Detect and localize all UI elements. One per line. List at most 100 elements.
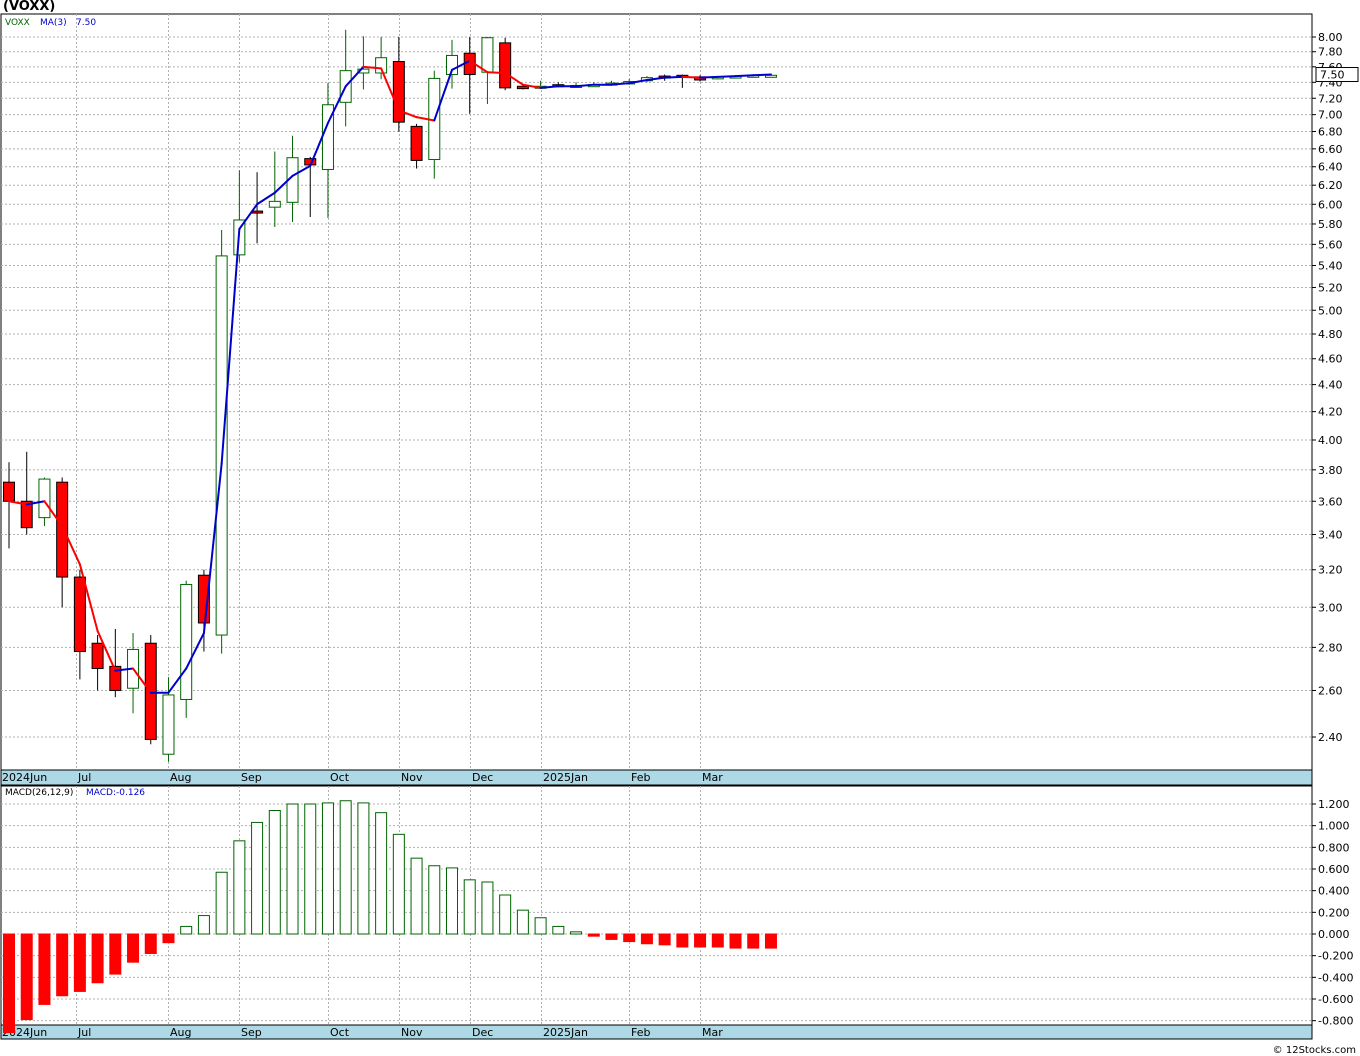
month-label: Mar — [702, 1026, 723, 1039]
candle-body — [180, 583, 193, 700]
macd-bar — [428, 865, 441, 935]
macd-bar — [91, 933, 104, 984]
price-legend-ma-label: MA(3) — [40, 18, 67, 28]
ma-line-segment — [681, 75, 702, 79]
macd-tick-label: 1.000 — [1318, 820, 1350, 833]
macd-bar — [286, 803, 299, 935]
macd-bar — [446, 867, 458, 935]
macd-bar — [676, 933, 689, 948]
macd-bar — [251, 821, 264, 935]
macd-bar — [127, 933, 140, 963]
price-panel — [0, 13, 1313, 771]
macd-legend-value: MACD:-0.126 — [86, 788, 145, 798]
macd-bar — [180, 925, 193, 935]
month-label: Nov — [401, 771, 423, 784]
credit-text: © 12Stocks.com — [1272, 1045, 1356, 1056]
ma-line-segment — [486, 71, 507, 74]
macd-tick-label: -0.800 — [1318, 1015, 1353, 1028]
candle-body — [268, 200, 281, 208]
macd-bar — [623, 933, 636, 943]
price-tick-label: 5.00 — [1318, 304, 1343, 317]
month-label: Nov — [401, 1026, 423, 1039]
candle-body — [38, 478, 51, 519]
price-tick-label: 2.80 — [1318, 641, 1343, 654]
candle-body — [410, 125, 423, 161]
macd-bar — [268, 810, 281, 935]
macd-bar — [516, 909, 529, 935]
candle-body — [499, 42, 512, 89]
candle-body — [91, 642, 104, 670]
macd-bar — [162, 933, 175, 944]
macd-bar — [552, 925, 565, 935]
macd-bar — [375, 812, 388, 935]
last-price-label: 7.50 — [1320, 69, 1345, 82]
month-label: Mar — [702, 771, 723, 784]
price-tick-label: 3.60 — [1318, 495, 1343, 508]
macd-bar — [463, 879, 476, 935]
month-label: Oct — [330, 1026, 350, 1039]
price-legend-symbol: VOXX — [5, 18, 30, 28]
macd-panel — [0, 785, 1313, 1026]
macd-tick-label: -0.400 — [1318, 971, 1353, 984]
macd-tick-label: -0.600 — [1318, 993, 1353, 1006]
month-label: 2025Jan — [543, 771, 588, 784]
macd-bar — [587, 933, 600, 937]
macd-bar — [534, 917, 547, 935]
month-label: Jul — [77, 771, 91, 784]
macd-tick-label: 0.600 — [1318, 863, 1350, 876]
macd-bar — [499, 894, 512, 935]
candle-body — [3, 481, 15, 502]
price-tick-label: 5.40 — [1318, 260, 1343, 273]
macd-bar — [764, 933, 777, 949]
macd-bar — [304, 803, 317, 935]
ma-line-segment — [699, 75, 719, 79]
macd-tick-label: 0.200 — [1318, 906, 1350, 919]
price-tick-label: 2.40 — [1318, 731, 1343, 744]
macd-bar — [3, 933, 15, 1034]
macd-bar — [20, 933, 33, 1021]
month-label: Dec — [472, 771, 493, 784]
price-tick-label: 4.80 — [1318, 328, 1343, 341]
x-axis-strip — [0, 769, 1313, 786]
price-tick-label: 2.60 — [1318, 684, 1343, 697]
month-label: Aug — [170, 1026, 191, 1039]
macd-bar — [339, 800, 352, 935]
price-tick-label: 5.60 — [1318, 238, 1343, 251]
price-tick-label: 4.60 — [1318, 353, 1343, 366]
candle-body — [481, 37, 494, 73]
month-label: Dec — [472, 1026, 493, 1039]
macd-bar — [109, 933, 122, 975]
candle-body — [215, 255, 228, 636]
month-label: Sep — [241, 1026, 262, 1039]
x-axis-strip — [0, 1024, 1313, 1040]
macd-bar — [694, 933, 707, 948]
macd-bar — [658, 933, 671, 946]
candle-body — [162, 694, 175, 755]
price-tick-label: 5.80 — [1318, 218, 1343, 231]
macd-bar — [605, 933, 618, 940]
month-label: Feb — [631, 1026, 650, 1039]
month-label: Sep — [241, 771, 262, 784]
ma-line-segment — [716, 75, 737, 78]
macd-bar — [570, 931, 583, 935]
macd-tick-label: 0.000 — [1318, 928, 1350, 941]
ma-line-segment — [752, 73, 772, 77]
candle-body — [56, 481, 69, 578]
macd-bar — [711, 933, 724, 948]
price-tick-label: 5.20 — [1318, 281, 1343, 294]
price-tick-label: 6.80 — [1318, 125, 1343, 138]
macd-tick-label: -0.200 — [1318, 950, 1353, 963]
price-tick-label: 6.40 — [1318, 161, 1343, 174]
price-tick-label: 3.20 — [1318, 564, 1343, 577]
ma-line-segment — [663, 75, 684, 79]
macd-bar — [56, 933, 69, 997]
macd-bar — [747, 933, 760, 949]
stock-chart: 2.40 2.60 2.80 3.00 3.20 3.40 3.60 3.80 4.00 4.20… — [0, 13, 1359, 1040]
macd-bar — [640, 933, 653, 945]
macd-tick-label: 0.400 — [1318, 885, 1350, 898]
month-label: Oct — [330, 771, 350, 784]
price-tick-label: 6.00 — [1318, 198, 1343, 211]
macd-bar — [357, 802, 370, 935]
price-tick-label: 3.80 — [1318, 464, 1343, 477]
macd-bar — [197, 915, 210, 935]
